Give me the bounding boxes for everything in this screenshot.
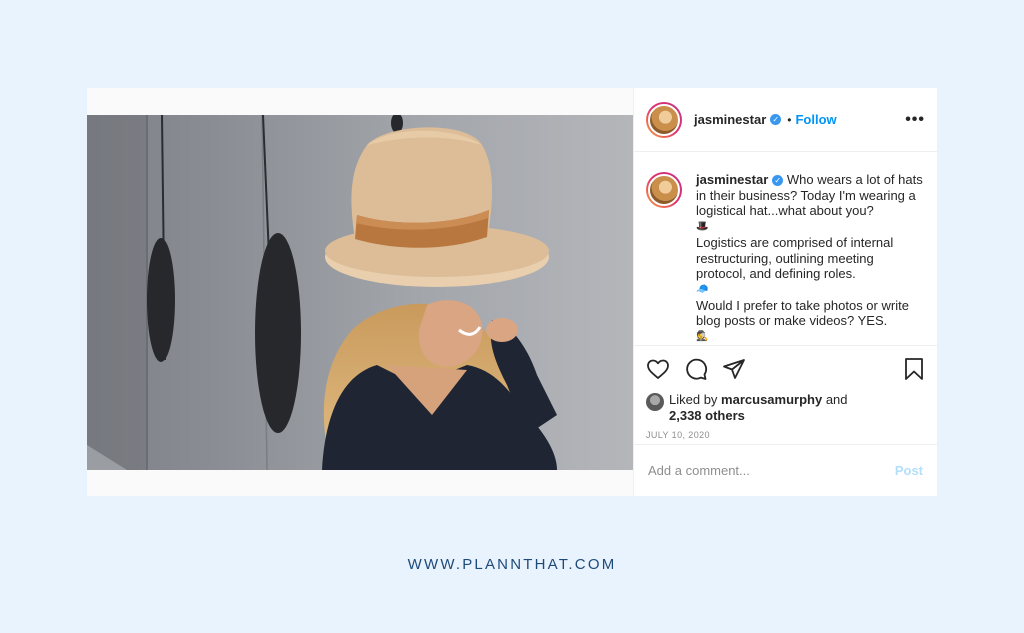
author-avatar-image [648, 103, 680, 136]
post-side-panel: jasminestar ✓ • Follow ••• jasminestar ✓ … [633, 88, 937, 496]
post-header: jasminestar ✓ • Follow ••• [634, 88, 937, 152]
verified-badge-icon: ✓ [770, 114, 782, 125]
footer-url: WWW.PLANNTHAT.COM [407, 556, 617, 573]
caption-avatar-image [648, 174, 680, 206]
author-avatar[interactable] [646, 101, 682, 138]
like-heart-icon[interactable] [646, 357, 670, 381]
caption-line-2: Logistics are comprised of internal rest… [696, 234, 894, 282]
liked-by-prefix: Liked by [669, 392, 718, 407]
liker-avatar[interactable] [646, 393, 664, 411]
comment-bubble-icon[interactable] [684, 357, 708, 381]
caption-section: jasminestar ✓ Who wears a lot of hats in … [634, 152, 937, 346]
likes-count[interactable]: 2,338 others [669, 408, 745, 423]
cap-emoji-icon: 🧢 [696, 283, 709, 295]
caption-text: jasminestar ✓ Who wears a lot of hats in … [696, 172, 924, 345]
likes-summary: Liked by marcusamurphy and 2,338 others [634, 392, 937, 424]
caption-username[interactable]: jasminestar [696, 172, 768, 187]
instagram-post-card: jasminestar ✓ • Follow ••• jasminestar ✓ … [87, 88, 937, 496]
more-options-icon[interactable]: ••• [905, 111, 925, 129]
liker-username[interactable]: marcusamurphy [721, 392, 822, 407]
share-paper-plane-icon[interactable] [722, 357, 746, 381]
action-bar [634, 346, 937, 392]
comment-bar: Post [634, 444, 937, 496]
caption-author-avatar[interactable] [646, 172, 682, 208]
top-hat-emoji-icon: 🎩 [696, 221, 709, 233]
liked-by-conjunction: and [825, 392, 848, 407]
caption-verified-badge-icon: ✓ [772, 175, 784, 187]
likes-text: Liked by marcusamurphy and 2,338 others [669, 392, 848, 424]
comment-input[interactable] [648, 463, 895, 478]
post-comment-button[interactable]: Post [895, 463, 923, 478]
separator-dot: • [787, 112, 792, 127]
follow-button[interactable]: Follow [795, 112, 836, 127]
caption: jasminestar ✓ Who wears a lot of hats in … [646, 172, 925, 345]
detective-emoji-icon: 🕵 [696, 331, 709, 343]
caption-line-3: Would I prefer to take photos or write b… [696, 297, 909, 329]
post-date[interactable]: JULY 10, 2020 [634, 424, 937, 440]
bookmark-save-icon[interactable] [903, 357, 925, 381]
author-username[interactable]: jasminestar [694, 112, 766, 127]
post-media [87, 88, 633, 496]
post-photo[interactable] [87, 115, 633, 470]
